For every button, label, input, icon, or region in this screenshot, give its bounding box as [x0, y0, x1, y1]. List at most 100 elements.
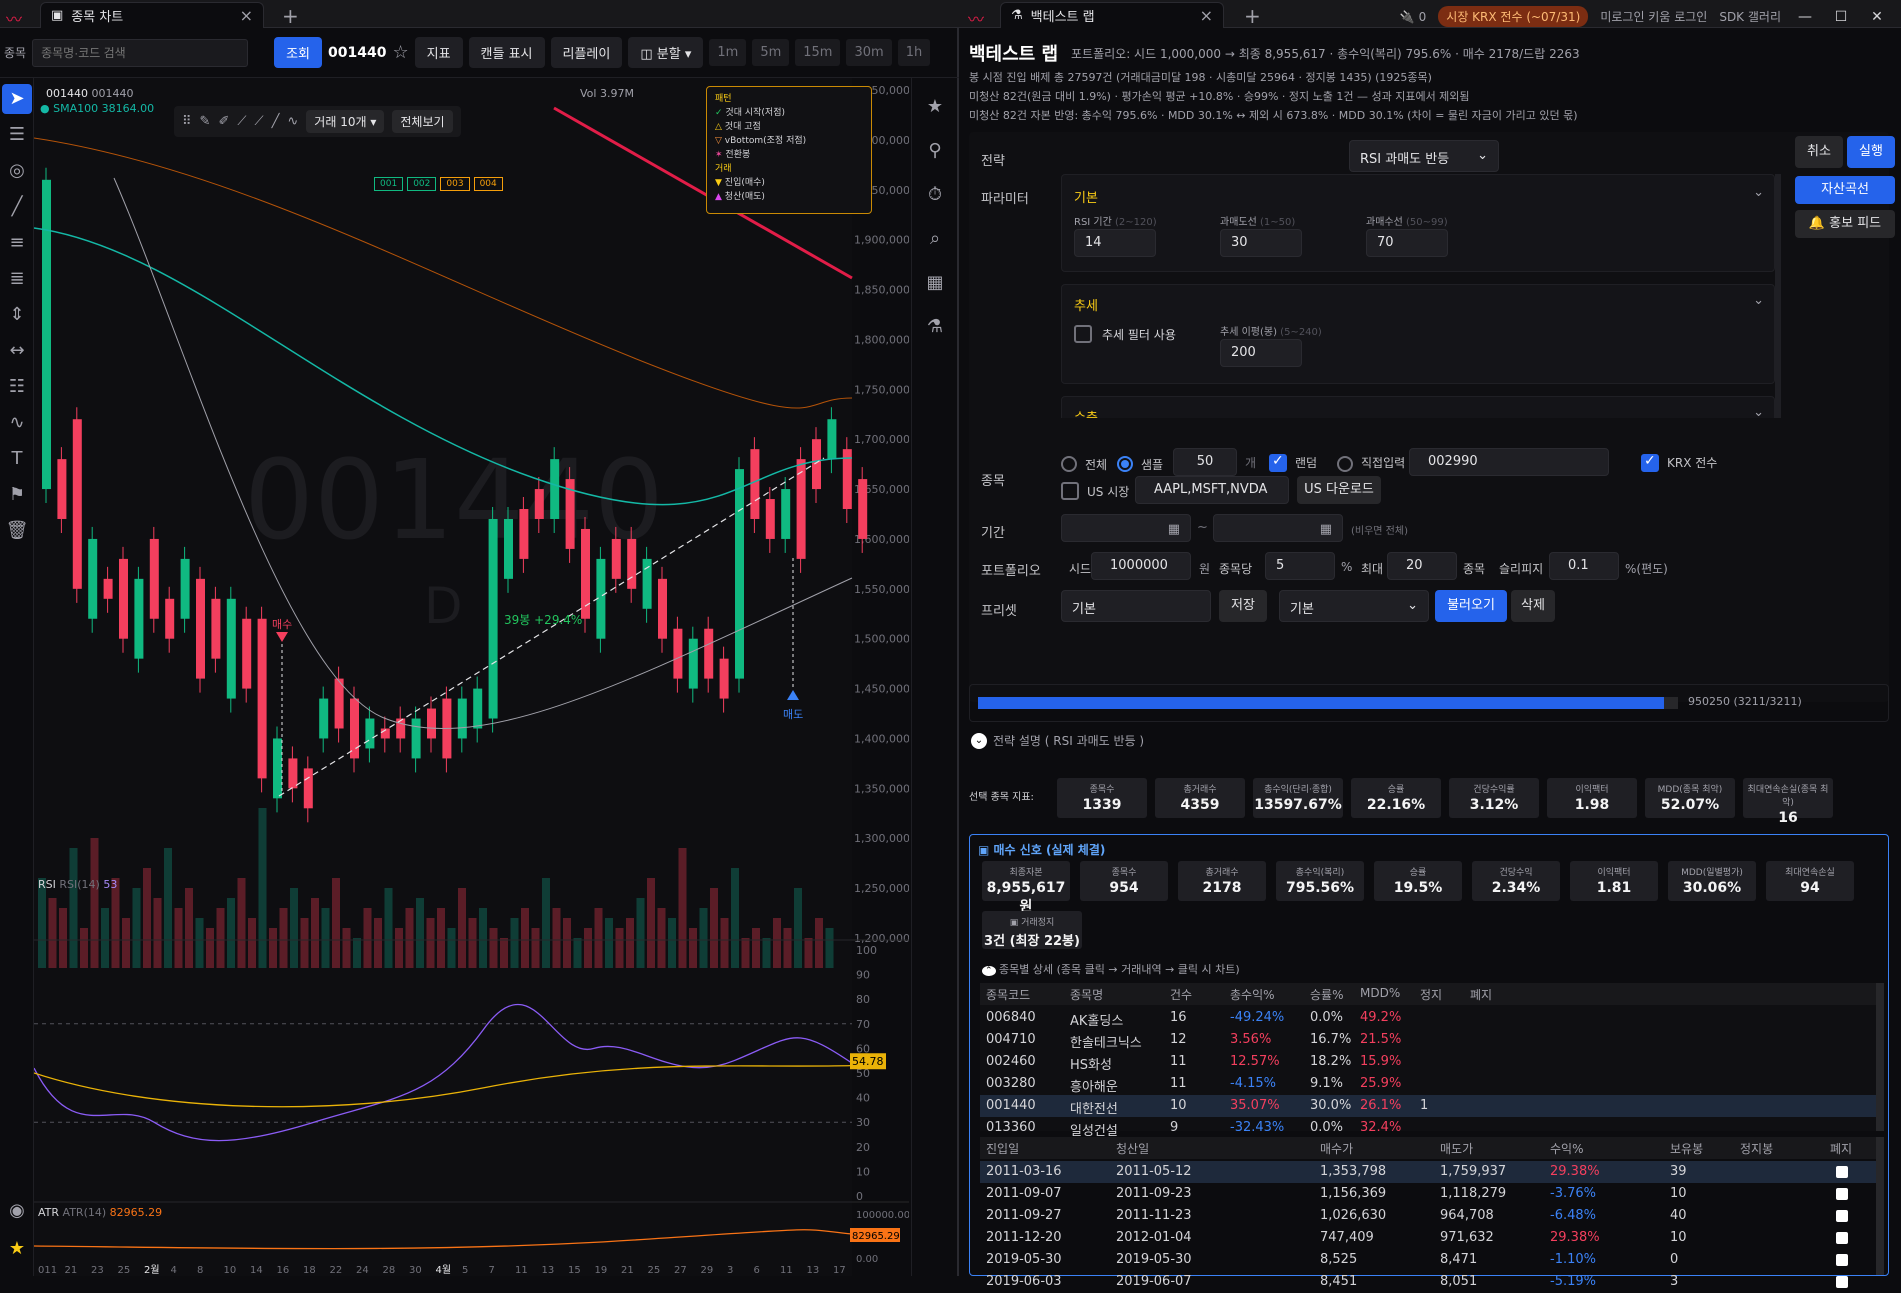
minimize-icon[interactable]: —	[1793, 9, 1817, 25]
star-icon[interactable]: ☆	[392, 42, 408, 63]
lab-icon[interactable]: ⚗	[920, 312, 950, 342]
delist-checkbox[interactable]	[1836, 1254, 1848, 1266]
vertical-icon[interactable]: ⇕	[2, 300, 32, 330]
radio-direct[interactable]	[1337, 456, 1353, 472]
start-date-input[interactable]: ▦	[1061, 514, 1191, 542]
preset-delete-button[interactable]: 삭제	[1511, 590, 1555, 622]
strategy-select[interactable]: RSI 과매도 반등 ⌄	[1349, 140, 1499, 172]
table-row[interactable]: 002460 HS화성 11 12.57% 18.2% 15.9%	[980, 1051, 1876, 1073]
lines-icon[interactable]: ☰	[2, 120, 32, 150]
maximize-icon[interactable]: ☐	[1829, 9, 1853, 25]
detail-toggle[interactable]: ⌃ 종목별 상세 (종목 클릭 → 거래내역 → 클릭 시 차트)	[982, 961, 1240, 977]
equity-curve-button[interactable]: 자산곡선	[1795, 176, 1895, 204]
delist-checkbox[interactable]	[1836, 1210, 1848, 1222]
column-header[interactable]: 승률%	[1310, 986, 1343, 1003]
promo-feed-button[interactable]: 🔔 홍보 피드	[1795, 210, 1895, 238]
tf-5m[interactable]: 5m	[752, 39, 790, 66]
rocket-icon[interactable]: ⚲	[920, 136, 950, 166]
split-button[interactable]: ◫ 분할 ▾	[628, 37, 704, 68]
line-icon[interactable]: ⟋	[237, 114, 246, 129]
end-date-input[interactable]: ▦	[1213, 514, 1343, 542]
table-row[interactable]: 2011-12-20 2012-01-04 747,409 971,632 29.38%…	[980, 1227, 1876, 1249]
table-row[interactable]: 013360 일성건설 9 -32.43% 0.0% 32.4%	[980, 1117, 1876, 1139]
search-icon[interactable]: ⌕	[920, 224, 950, 254]
trendline-icon[interactable]: ╱	[2, 192, 32, 222]
chevron-down-icon[interactable]: ⌄	[1753, 293, 1764, 308]
preset-save-button[interactable]: 저장	[1219, 590, 1267, 622]
tab-stock-chart[interactable]: ▣ 종목 차트 ×	[40, 2, 264, 28]
table-row[interactable]: 003280 흥아해운 11 -4.15% 9.1% 25.9%	[980, 1073, 1876, 1095]
star-fav-icon[interactable]: ★	[2, 1234, 32, 1264]
tf-15m[interactable]: 15m	[795, 39, 841, 66]
table-row[interactable]: 2019-06-03 2019-06-07 8,451 8,051 -5.19% 3	[980, 1271, 1876, 1293]
price-chart[interactable]: 2,050,000.02,000,000.01,950,000.01,900,0…	[34, 78, 909, 1276]
column-header[interactable]: 폐지	[1470, 986, 1492, 1003]
text-icon[interactable]: T	[2, 444, 32, 474]
trash-icon[interactable]: 🗑	[2, 516, 32, 546]
fib-icon[interactable]: ≣	[2, 264, 32, 294]
levels-icon[interactable]: ☷	[2, 372, 32, 402]
us-codes-input[interactable]: AAPL,MSFT,NVDA	[1135, 476, 1289, 504]
tf-30m[interactable]: 30m	[846, 39, 892, 66]
preset-load-button[interactable]: 불러오기	[1435, 590, 1507, 622]
delist-checkbox[interactable]	[1836, 1166, 1848, 1178]
ray-icon[interactable]: ⟋	[254, 114, 263, 129]
strategy-desc-toggle[interactable]: ⌄ 전략 설명 ( RSI 과매도 반등 )	[971, 722, 1144, 749]
sdk-link[interactable]: SDK 갤러리	[1719, 8, 1781, 25]
new-tab-button[interactable]: +	[282, 4, 299, 28]
sample-count-input[interactable]: 50	[1173, 448, 1237, 476]
seed-input[interactable]: 1000000	[1091, 552, 1191, 580]
per-stock-input[interactable]: 5	[1265, 552, 1335, 580]
close-window-icon[interactable]: ✕	[1865, 9, 1889, 25]
delist-checkbox[interactable]	[1836, 1232, 1848, 1244]
cursor-icon[interactable]: ➤	[2, 84, 32, 114]
view-all-button[interactable]: 전체보기	[392, 110, 453, 133]
run-button[interactable]: 실행	[1847, 136, 1895, 168]
column-header[interactable]: 매도가	[1440, 1140, 1473, 1157]
param-scroll[interactable]: 기본 ⌄ RSI 기간 (2~120) 14 과매도선 (1~50) 30 과매…	[1061, 174, 1781, 418]
search-input[interactable]	[32, 38, 249, 67]
close-icon[interactable]: ×	[240, 6, 253, 25]
radio-all[interactable]	[1061, 456, 1077, 472]
column-header[interactable]: 진입일	[986, 1140, 1019, 1157]
column-header[interactable]: 청산일	[1116, 1140, 1149, 1157]
preset-name-input[interactable]: 기본	[1061, 590, 1211, 622]
table-row[interactable]: 004710 한솔테크닉스 12 3.56% 16.7% 21.5%	[980, 1029, 1876, 1051]
chevron-up-icon[interactable]: ⌃	[982, 966, 996, 976]
table-row[interactable]: 006840 AK홀딩스 16 -49.24% 0.0% 49.2%	[980, 1007, 1876, 1029]
us-download-button[interactable]: US 다운로드	[1297, 476, 1381, 504]
column-header[interactable]: 종목명	[1070, 986, 1103, 1003]
krx-all-checkbox[interactable]	[1641, 453, 1659, 472]
table-scrollbar[interactable]	[1876, 983, 1884, 1131]
stopwatch-icon[interactable]: ⏱	[920, 180, 950, 210]
tf-1m[interactable]: 1m	[709, 39, 747, 66]
circle-tool-icon[interactable]: ◎	[2, 156, 32, 186]
measure-icon[interactable]: ↔	[2, 336, 32, 366]
eye-icon[interactable]: ◉	[2, 1196, 32, 1226]
preset-select[interactable]: 기본 ⌄	[1279, 590, 1429, 622]
trade-count-button[interactable]: 거래 10개 ▾	[306, 110, 385, 133]
table-row[interactable]: 2011-09-27 2011-11-23 1,026,630 964,708 -6.4…	[980, 1205, 1876, 1227]
tf-1h[interactable]: 1h	[897, 39, 931, 66]
delist-checkbox[interactable]	[1836, 1276, 1848, 1288]
slippage-input[interactable]: 0.1	[1549, 552, 1619, 580]
rsi-period-input[interactable]: 14	[1074, 229, 1156, 257]
column-header[interactable]: 정지	[1420, 986, 1442, 1003]
grip-icon[interactable]: ⠿	[182, 114, 192, 129]
pen-icon[interactable]: ✎	[200, 114, 211, 129]
table-row[interactable]: 001440 대한전선 10 35.07% 30.0% 26.1% 1	[980, 1095, 1876, 1117]
trend-ma-input[interactable]: 200	[1220, 339, 1302, 367]
trade-tag[interactable]: 004	[473, 177, 503, 191]
indicator-button[interactable]: 지표	[414, 37, 463, 68]
star-icon[interactable]: ★	[920, 92, 950, 122]
trend-filter-checkbox[interactable]	[1074, 325, 1092, 343]
login-link[interactable]: 미로그인 키움 로그인	[1600, 8, 1707, 25]
table-row[interactable]: 2011-03-16 2011-05-12 1,353,798 1,759,937 29…	[980, 1161, 1876, 1183]
brush-icon[interactable]: ✐	[218, 114, 229, 129]
table-scrollbar[interactable]	[1876, 1137, 1884, 1275]
trade-tag[interactable]: 003	[440, 177, 470, 191]
list-icon[interactable]: ≡	[2, 228, 32, 258]
column-header[interactable]: 총수익%	[1230, 986, 1275, 1003]
column-header[interactable]: 보유봉	[1670, 1140, 1703, 1157]
random-checkbox[interactable]	[1269, 453, 1287, 472]
